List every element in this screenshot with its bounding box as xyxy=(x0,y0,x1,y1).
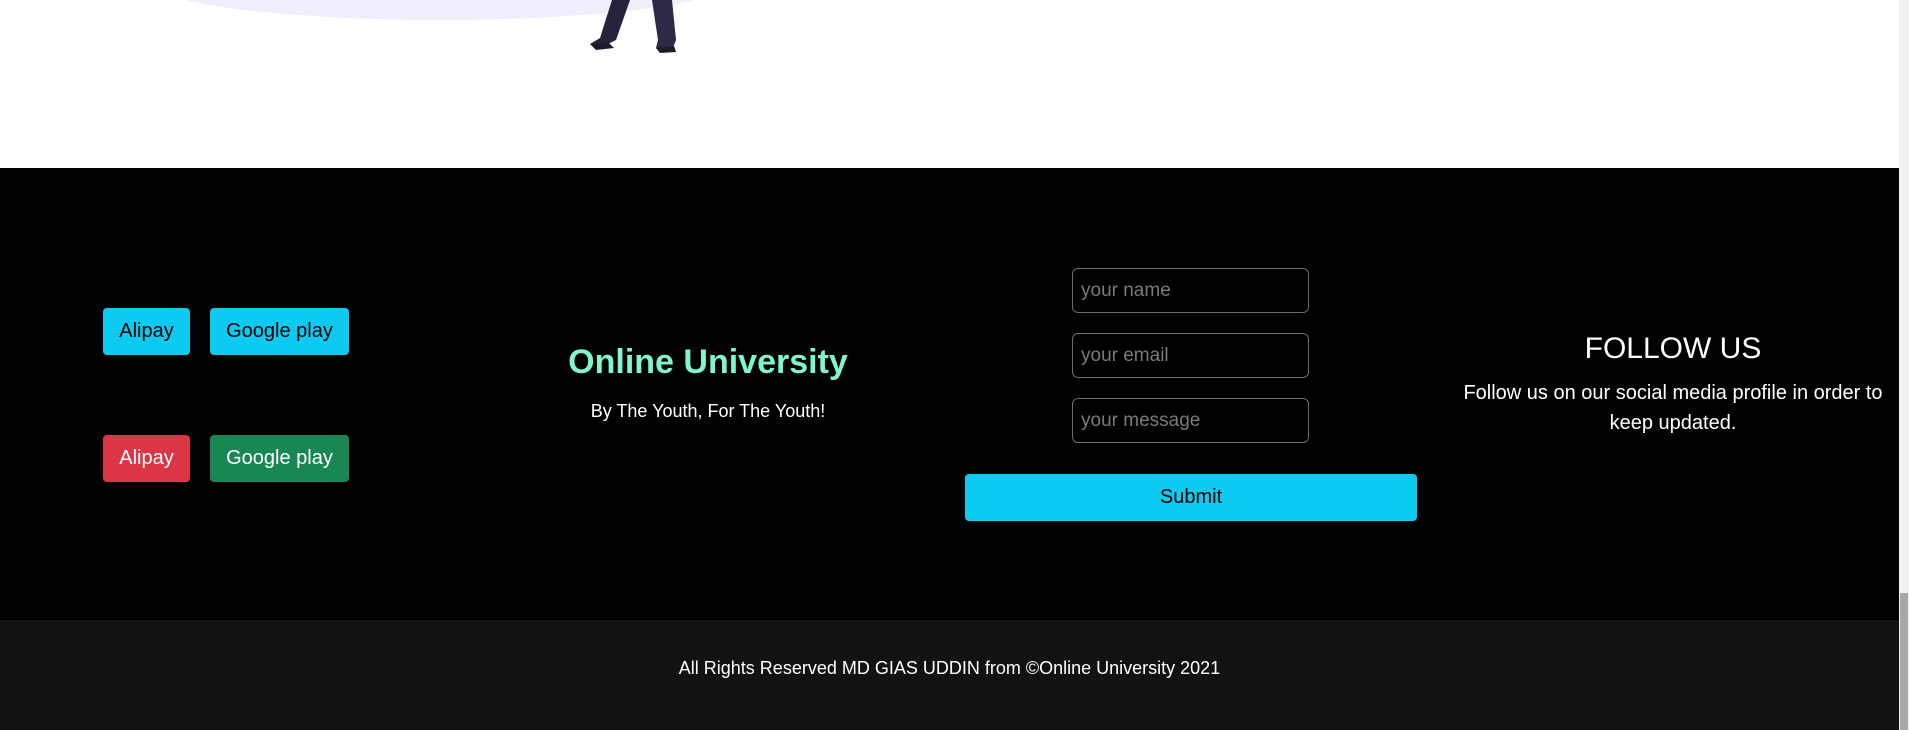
scrollbar-thumb[interactable] xyxy=(1900,593,1908,730)
copyright-text: All Rights Reserved MD GIAS UDDIN from ©… xyxy=(678,658,1221,678)
illustration-leg-right xyxy=(652,0,676,52)
hero-section xyxy=(0,0,1899,168)
name-input[interactable] xyxy=(1072,268,1309,313)
brand-tagline: By The Youth, For The Youth! xyxy=(590,401,826,421)
alipay-danger-button[interactable]: Alipay xyxy=(103,435,190,482)
alipay-button[interactable]: Alipay xyxy=(103,308,190,355)
illustration-shadow xyxy=(184,0,696,20)
google-play-success-button[interactable]: Google play xyxy=(210,435,349,482)
hero-illustration xyxy=(184,0,696,53)
google-play-button[interactable]: Google play xyxy=(210,308,349,355)
follow-us-text: Follow us on our social media profile in… xyxy=(1463,382,1883,434)
follow-us-heading: FOLLOW US xyxy=(1584,332,1762,365)
submit-button[interactable]: Submit xyxy=(965,474,1417,521)
message-input[interactable] xyxy=(1072,398,1309,443)
brand-title: Online University xyxy=(568,343,848,381)
page-scrollbar[interactable] xyxy=(1899,0,1909,730)
email-input[interactable] xyxy=(1072,333,1309,378)
footer: Alipay Google play Alipay Google play On… xyxy=(0,168,1899,620)
copyright-bar: All Rights Reserved MD GIAS UDDIN from ©… xyxy=(0,620,1899,730)
